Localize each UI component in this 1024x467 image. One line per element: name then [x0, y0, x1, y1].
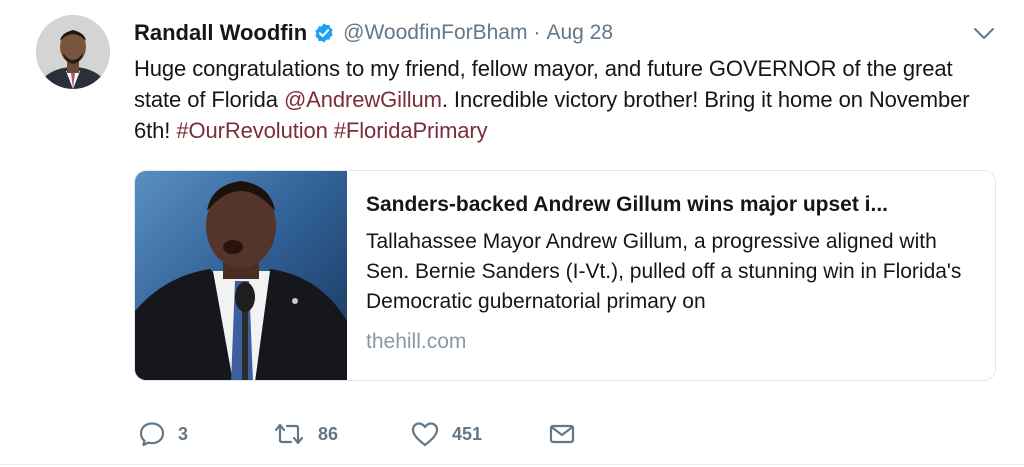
- card-domain: thehill.com: [366, 330, 467, 353]
- tweet-text: Huge congratulations to my friend, fello…: [134, 53, 994, 146]
- heart-icon: [410, 420, 440, 448]
- tweet[interactable]: Randall Woodfin @WoodfinForBham · Aug 28…: [0, 0, 1024, 467]
- verified-badge-icon: [313, 22, 335, 44]
- separator-dot: ·: [533, 21, 541, 44]
- chevron-down-icon[interactable]: [972, 26, 996, 42]
- message-button[interactable]: [548, 420, 576, 448]
- reply-button[interactable]: 3: [138, 420, 188, 448]
- mention-link[interactable]: @AndrewGillum: [284, 87, 442, 112]
- action-bar: 3 86 451: [138, 420, 638, 448]
- author-name[interactable]: Randall Woodfin: [134, 20, 307, 46]
- card-description: Tallahassee Mayor Andrew Gillum, a progr…: [366, 230, 962, 313]
- like-count: 451: [452, 423, 483, 444]
- card-title[interactable]: Sanders-backed Andrew Gillum wins major …: [366, 191, 976, 219]
- tweet-header: Randall Woodfin @WoodfinForBham · Aug 28: [134, 18, 613, 48]
- retweet-button[interactable]: 86: [272, 420, 338, 448]
- tweet-date[interactable]: Aug 28: [546, 21, 613, 45]
- like-button[interactable]: 451: [410, 420, 482, 448]
- hashtag-link[interactable]: #OurRevolution: [176, 118, 328, 143]
- retweet-count: 86: [318, 423, 339, 444]
- reply-count: 3: [178, 423, 189, 444]
- envelope-icon: [548, 420, 576, 448]
- hashtag-link[interactable]: #FloridaPrimary: [334, 118, 488, 143]
- link-card[interactable]: Sanders-backed Andrew Gillum wins major …: [134, 170, 996, 381]
- card-image[interactable]: [135, 171, 347, 380]
- avatar[interactable]: [36, 15, 110, 89]
- author-handle[interactable]: @WoodfinForBham: [343, 21, 527, 45]
- card-body: Sanders-backed Andrew Gillum wins major …: [366, 191, 976, 354]
- divider: [0, 464, 1024, 465]
- retweet-icon: [272, 420, 306, 448]
- reply-icon: [138, 420, 166, 448]
